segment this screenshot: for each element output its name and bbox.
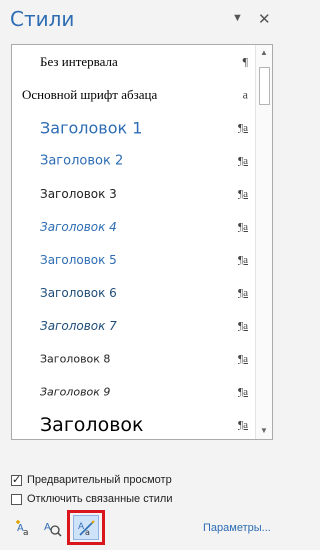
style-item-label: Заголовок 9 (40, 385, 111, 398)
style-item-label: Заголовок 2 (40, 153, 124, 168)
style-item-label: Заголовок (40, 413, 144, 436)
linked-style-icon: ¶a (238, 253, 248, 266)
styles-list-panel: Без интервала ¶ Основной шрифт абзаца a Заго… (11, 44, 273, 440)
paragraph-style-icon: ¶ (242, 54, 248, 68)
style-item[interactable]: Без интервала ¶ (12, 45, 256, 78)
linked-style-icon: ¶a (238, 319, 248, 332)
svg-text:A: A (44, 522, 51, 533)
manage-styles-button[interactable]: A a (67, 510, 105, 545)
scroll-down-icon[interactable]: ▼ (256, 423, 272, 439)
vertical-scrollbar[interactable]: ▲ ▼ (255, 45, 272, 439)
style-item[interactable]: Заголовок 7 ¶a (12, 309, 256, 342)
style-item-label: Заголовок 6 (40, 285, 117, 300)
style-item-label: Заголовок 8 (40, 352, 111, 365)
style-inspector-icon: A (44, 522, 62, 537)
style-item-label: Основной шрифт абзаца (22, 86, 158, 102)
linked-style-icon: ¶a (238, 187, 248, 200)
style-item[interactable]: Заголовок 8 ¶a (12, 342, 256, 375)
style-inspector-button[interactable]: A (39, 515, 64, 540)
linked-style-icon: ¶a (238, 286, 248, 299)
style-item-label: Без интервала (40, 53, 118, 69)
style-item-label: Заголовок 5 (40, 252, 117, 267)
style-item[interactable]: Заголовок 5 ¶a (12, 243, 256, 276)
pane-title: Стили (10, 7, 75, 31)
character-style-icon: a (242, 87, 248, 101)
style-item-label: Заголовок 3 (40, 186, 117, 201)
style-item[interactable]: Основной шрифт абзаца a (12, 78, 256, 111)
linked-style-icon: ¶a (238, 154, 248, 167)
disable-linked-label: Отключить связанные стили (27, 493, 173, 505)
preview-checkbox[interactable] (11, 473, 22, 486)
linked-style-icon: ¶a (238, 220, 248, 233)
style-item[interactable]: Заголовок ¶a (12, 408, 256, 439)
style-item[interactable]: Заголовок 2 ¶a (12, 144, 256, 177)
style-item-label: Заголовок 4 (40, 219, 117, 234)
linked-style-icon: ¶a (238, 418, 248, 431)
linked-style-icon: ¶a (238, 385, 248, 398)
style-item[interactable]: Заголовок 1 ¶a (12, 111, 256, 144)
style-item-label: Заголовок 7 (40, 318, 117, 333)
style-item[interactable]: Заголовок 6 ¶a (12, 276, 256, 309)
style-item[interactable]: Заголовок 3 ¶a (12, 177, 256, 210)
new-style-icon: A a (15, 519, 29, 538)
style-item[interactable]: Заголовок 4 ¶a (12, 210, 256, 243)
style-item[interactable]: Заголовок 9 ¶a (12, 375, 256, 408)
scrollbar-thumb[interactable] (259, 67, 270, 105)
preview-label: Предварительный просмотр (27, 474, 172, 486)
new-style-button[interactable]: A a (11, 515, 36, 540)
preview-option[interactable]: Предварительный просмотр (11, 472, 172, 488)
linked-style-icon: ¶a (238, 121, 248, 134)
disable-linked-checkbox[interactable] (11, 493, 22, 505)
linked-style-icon: ¶a (238, 352, 248, 365)
pane-options-dropdown-icon[interactable]: ▼ (232, 12, 243, 24)
svg-text:a: a (23, 528, 29, 538)
disable-linked-option[interactable]: Отключить связанные стили (11, 491, 172, 507)
options-link[interactable]: Параметры... (203, 522, 271, 534)
manage-styles-icon: A a (78, 519, 95, 537)
style-item-label: Заголовок 1 (40, 118, 143, 137)
scroll-up-icon[interactable]: ▲ (256, 45, 272, 61)
styles-list: Без интервала ¶ Основной шрифт абзаца a Заго… (12, 45, 256, 439)
close-icon[interactable]: ✕ (258, 10, 271, 28)
